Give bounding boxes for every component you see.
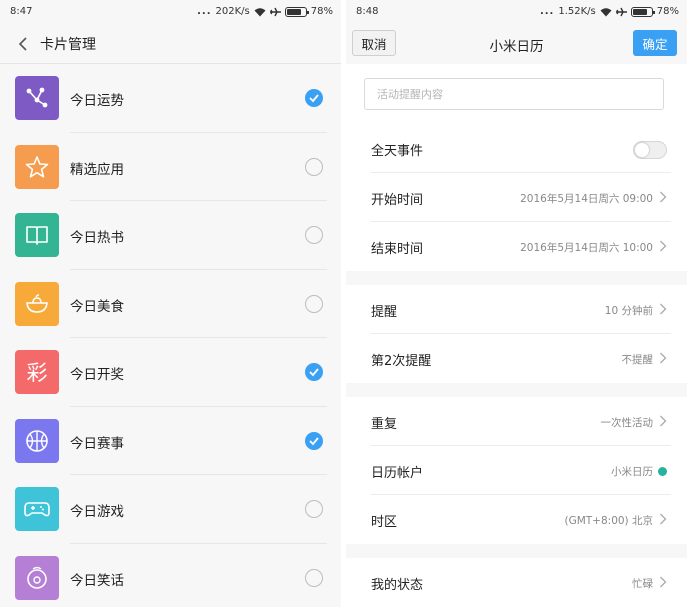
account-color-dot — [658, 467, 667, 476]
confirm-button[interactable]: 确定 — [633, 30, 677, 56]
bowl-icon — [15, 281, 59, 326]
status-bar: 8:47 ... 202K/s 78% — [0, 0, 341, 24]
card-item-jokes[interactable]: 今日笑话 — [0, 544, 341, 607]
row-label: 重复 — [371, 417, 398, 432]
page-header: 卡片管理 — [0, 24, 341, 64]
checkbox-checked[interactable] — [305, 89, 323, 107]
card-label: 今日游戏 — [70, 504, 124, 520]
checkbox-checked[interactable] — [305, 431, 323, 450]
row-my-status[interactable]: 我的状态 忙碌 — [346, 558, 687, 607]
row-label: 第2次提醒 — [371, 354, 432, 369]
row-value: 忙碌 — [632, 578, 653, 590]
checkbox-checked[interactable] — [305, 363, 323, 381]
constellation-icon — [15, 76, 59, 120]
card-label: 今日运势 — [70, 93, 124, 109]
battery-icon — [630, 6, 655, 17]
chevron-right-icon — [660, 303, 667, 315]
all-day-toggle[interactable] — [633, 141, 667, 159]
row-value: 小米日历 — [611, 466, 653, 478]
checkbox-unchecked[interactable] — [305, 294, 323, 313]
row-value: 一次性活动 — [600, 417, 654, 429]
row-reminder[interactable]: 提醒 10 分钟前 — [346, 285, 687, 334]
row-end-time[interactable]: 结束时间 2016年5月14日周六 10:00 — [346, 222, 687, 271]
row-second-reminder[interactable]: 第2次提醒 不提醒 — [346, 334, 687, 383]
card-item-lottery[interactable]: 彩 今日开奖 — [0, 338, 341, 407]
event-form: 全天事件 开始时间 2016年5月14日周六 09:00 结束时间 2016年5… — [346, 64, 687, 607]
card-item-featured-apps[interactable]: 精选应用 — [0, 133, 341, 201]
card-item-food[interactable]: 今日美食 — [0, 270, 341, 338]
card-label: 精选应用 — [70, 161, 124, 178]
back-arrow-icon[interactable] — [14, 34, 34, 54]
notification-dots: ... — [197, 6, 212, 17]
row-label: 结束时间 — [371, 242, 424, 257]
card-label: 今日笑话 — [70, 572, 124, 589]
notification-dots: ... — [539, 6, 555, 17]
checkbox-unchecked[interactable] — [305, 226, 323, 244]
status-bar: 8:48 ... 1.52K/s 78% — [346, 0, 687, 24]
card-list: 今日运势 精选应用 今日热书 今日美食 彩 今日开奖 今日赛事 今日游戏 今日笑… — [0, 64, 341, 607]
checkbox-unchecked[interactable] — [305, 500, 323, 518]
smiley-icon — [15, 555, 59, 600]
card-item-games[interactable]: 今日游戏 — [0, 475, 341, 544]
row-label: 我的状态 — [371, 578, 424, 593]
gamepad-icon — [15, 487, 59, 531]
chevron-right-icon — [660, 576, 667, 588]
card-label: 今日美食 — [70, 298, 124, 315]
card-item-hot-books[interactable]: 今日热书 — [0, 201, 341, 270]
row-value: 2016年5月14日周六 09:00 — [520, 193, 653, 205]
battery-percent: 78% — [656, 6, 679, 17]
battery-icon — [284, 6, 309, 17]
network-speed: 202K/s — [215, 6, 250, 17]
airplane-icon — [269, 7, 281, 16]
star-icon — [15, 144, 59, 189]
page-title: 卡片管理 — [40, 37, 96, 53]
reminder-content-field[interactable] — [364, 78, 664, 110]
row-all-day[interactable]: 全天事件 — [346, 124, 687, 173]
row-start-time[interactable]: 开始时间 2016年5月14日周六 09:00 — [346, 173, 687, 222]
wifi-icon — [600, 7, 612, 16]
row-label: 日历帐户 — [371, 466, 424, 481]
row-value: 2016年5月14日周六 10:00 — [520, 242, 653, 254]
checkbox-unchecked[interactable] — [305, 568, 323, 587]
lottery-icon: 彩 — [15, 350, 59, 394]
calendar-event-screen: 8:48 ... 1.52K/s 78% 取消 小米日历 确定 全天事件 开始时… — [346, 0, 687, 607]
checkbox-unchecked[interactable] — [305, 157, 323, 176]
card-item-sports[interactable]: 今日赛事 — [0, 407, 341, 475]
chevron-right-icon — [660, 513, 667, 525]
row-label: 开始时间 — [371, 193, 424, 208]
row-repeat[interactable]: 重复 一次性活动 — [346, 397, 687, 446]
card-label: 今日热书 — [70, 230, 124, 246]
battery-percent: 78% — [310, 6, 333, 17]
reminder-content-input[interactable] — [365, 79, 663, 109]
chevron-right-icon — [660, 240, 667, 252]
row-label: 提醒 — [371, 305, 398, 320]
row-value: (GMT+8:00) 北京 — [564, 515, 653, 527]
card-label: 今日赛事 — [70, 435, 124, 452]
airplane-icon — [615, 7, 627, 16]
row-value: 10 分钟前 — [604, 305, 653, 317]
top-nav: 取消 小米日历 确定 — [346, 24, 687, 62]
basketball-icon — [15, 418, 59, 463]
status-indicators: ... 202K/s 78% — [197, 6, 333, 17]
chevron-right-icon — [660, 352, 667, 364]
status-indicators: ... 1.52K/s 78% — [540, 6, 679, 17]
chevron-right-icon — [660, 191, 667, 203]
row-timezone[interactable]: 时区 (GMT+8:00) 北京 — [346, 495, 687, 544]
card-label: 今日开奖 — [70, 367, 124, 383]
status-time: 8:48 — [356, 6, 379, 17]
row-label: 全天事件 — [371, 144, 424, 159]
row-label: 时区 — [371, 515, 398, 530]
wifi-icon — [254, 7, 266, 16]
row-calendar-account[interactable]: 日历帐户 小米日历 — [346, 446, 687, 495]
status-time: 8:47 — [10, 6, 33, 17]
row-value: 不提醒 — [621, 354, 654, 366]
card-item-fortune[interactable]: 今日运势 — [0, 64, 341, 133]
card-management-screen: 8:47 ... 202K/s 78% 卡片管理 今日运势 精选应用 今日热书 … — [0, 0, 341, 607]
book-icon — [15, 213, 59, 257]
network-speed: 1.52K/s — [558, 6, 596, 17]
chevron-right-icon — [660, 415, 667, 427]
